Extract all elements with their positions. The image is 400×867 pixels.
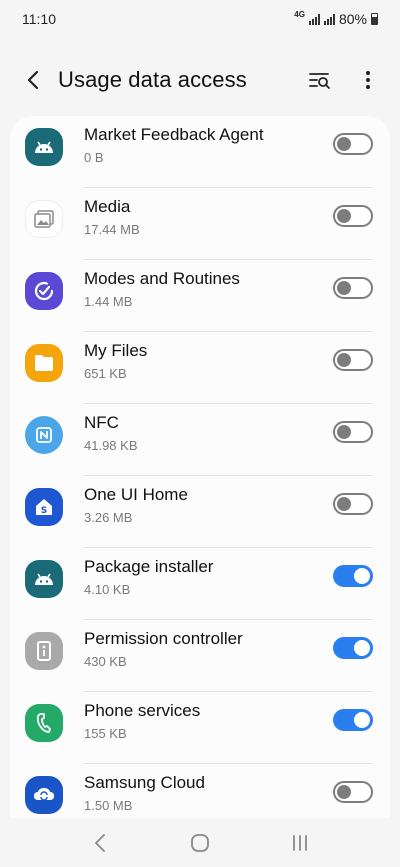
usage-access-toggle[interactable] [333, 277, 373, 299]
app-size: 1.44 MB [84, 294, 133, 309]
app-name: Modes and Routines [84, 269, 240, 288]
filter-search-icon [309, 73, 330, 89]
nav-home-button[interactable] [178, 821, 222, 865]
status-indicators: 4G 80% [294, 11, 378, 27]
usage-access-toggle[interactable] [333, 637, 373, 659]
more-options-icon [366, 71, 370, 89]
info-icon [25, 632, 63, 670]
list-item[interactable]: Permission controller 430 KB [10, 620, 390, 692]
list-item[interactable]: Media 17.44 MB [10, 188, 390, 260]
usage-access-toggle[interactable] [333, 133, 373, 155]
nfc-icon [25, 416, 63, 454]
app-name: Permission controller [84, 629, 243, 648]
phone-icon [25, 704, 63, 742]
list-item[interactable]: Modes and Routines 1.44 MB [10, 260, 390, 332]
page-title: Usage data access [58, 67, 247, 92]
usage-access-toggle[interactable] [333, 349, 373, 371]
usage-access-toggle[interactable] [333, 565, 373, 587]
list-item[interactable]: Phone services 155 KB [10, 692, 390, 764]
search-filter-button[interactable] [302, 62, 338, 98]
signal-icon-2 [323, 13, 335, 25]
gallery-icon [25, 200, 63, 238]
list-item[interactable]: My Files 651 KB [10, 332, 390, 404]
app-size: 3.26 MB [84, 510, 133, 525]
svg-text:S: S [41, 506, 47, 516]
app-size: 17.44 MB [84, 222, 140, 237]
back-arrow-icon [27, 70, 39, 90]
system-nav-bar [0, 818, 400, 867]
usage-access-toggle[interactable] [333, 205, 373, 227]
app-size: 430 KB [84, 654, 127, 669]
app-name: Media [84, 197, 131, 216]
app-name: One UI Home [84, 485, 188, 504]
signal-icon [308, 13, 320, 25]
app-name: Market Feedback Agent [84, 125, 264, 144]
battery-percent: 80% [338, 11, 367, 27]
status-time: 11:10 [22, 11, 56, 27]
app-size: 4.10 KB [84, 582, 131, 597]
back-button[interactable] [16, 62, 52, 98]
app-name: My Files [84, 341, 148, 360]
app-size: 1.50 MB [84, 798, 133, 813]
home-s-icon: S [25, 488, 63, 526]
nav-recents-button[interactable] [278, 821, 322, 865]
app-name: NFC [84, 413, 119, 432]
more-options-button[interactable] [350, 62, 386, 98]
app-size: 651 KB [84, 366, 127, 381]
battery-icon [371, 13, 378, 25]
list-item[interactable]: Samsung Cloud 1.50 MB [10, 764, 390, 818]
nav-back-button[interactable] [78, 821, 122, 865]
list-item[interactable]: Market Feedback Agent 0 B [10, 116, 390, 188]
usage-access-toggle[interactable] [333, 709, 373, 731]
android-icon [25, 128, 63, 166]
cloud-sync-icon [25, 776, 63, 814]
app-list: Market Feedback Agent 0 B Media 17.44 MB… [10, 116, 390, 818]
folder-icon [25, 344, 63, 382]
list-item[interactable]: S One UI Home 3.26 MB [10, 476, 390, 548]
home-icon [191, 833, 209, 852]
usage-access-toggle[interactable] [333, 421, 373, 443]
list-item[interactable]: NFC 41.98 KB [10, 404, 390, 476]
list-item[interactable]: Package installer 4.10 KB [10, 548, 390, 620]
app-name: Phone services [84, 701, 201, 720]
android-icon [25, 560, 63, 598]
app-bar: Usage data access [0, 52, 400, 108]
app-size: 41.98 KB [84, 438, 138, 453]
usage-access-toggle[interactable] [333, 781, 373, 803]
network-type: 4G [294, 10, 305, 19]
recents-icon [293, 834, 307, 851]
usage-access-toggle[interactable] [333, 493, 373, 515]
app-size: 155 KB [84, 726, 127, 741]
back-icon [95, 833, 105, 852]
check-circle-icon [25, 272, 63, 310]
status-bar: 11:10 4G 80% [0, 0, 400, 38]
app-name: Package installer [84, 557, 214, 576]
app-name: Samsung Cloud [84, 773, 205, 792]
app-size: 0 B [84, 150, 104, 165]
